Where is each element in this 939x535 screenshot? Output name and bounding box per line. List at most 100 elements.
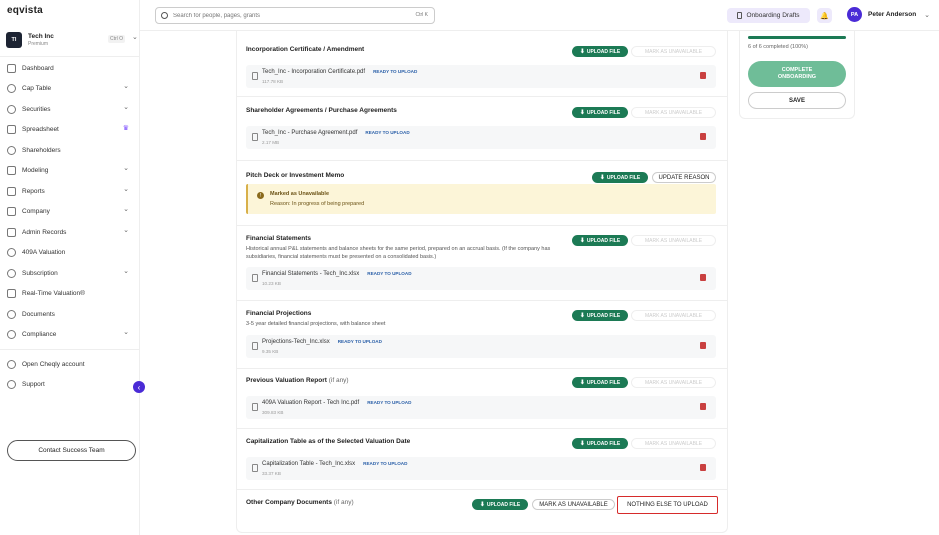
ready-status: READY TO UPLOAD: [367, 400, 412, 405]
file-name: Capitalization Table - Tech_Inc.xlsx: [262, 461, 356, 467]
sidebar-item-securities[interactable]: Securities ⌄: [7, 102, 131, 116]
file-item: Capitalization Table - Tech_Inc.xlsx READ…: [246, 457, 716, 480]
mark-as-unavailable-button[interactable]: MARK AS UNAVAILABLE: [631, 377, 716, 388]
app-logo[interactable]: eqvista: [7, 5, 43, 16]
sidebar-item-real-time-valuation[interactable]: Real-Time Valuation®: [7, 286, 131, 300]
file-item: Tech_Inc - Incorporation Certificate.pdf…: [246, 65, 716, 88]
search-bar[interactable]: Ctrl K: [155, 7, 435, 24]
update-reason-button[interactable]: UPDATE REASON: [652, 172, 716, 183]
trash-icon[interactable]: [700, 464, 706, 471]
chevron-down-icon: ⌄: [123, 268, 129, 275]
trash-icon[interactable]: [700, 274, 706, 281]
mark-as-unavailable-button[interactable]: MARK AS UNAVAILABLE: [631, 46, 716, 57]
trash-icon[interactable]: [700, 72, 706, 79]
file-item: 409A Valuation Report - Tech Inc.pdf READ…: [246, 396, 716, 419]
sidebar-item-support[interactable]: Support: [7, 377, 131, 391]
divider: [236, 300, 728, 301]
download-icon: ⬇: [579, 110, 585, 116]
sidebar-item-reports[interactable]: Reports ⌄: [7, 184, 131, 198]
sidebar-item-admin-records[interactable]: Admin Records ⌄: [7, 225, 131, 239]
save-button[interactable]: SAVE: [748, 92, 846, 109]
cheqly-icon: [7, 359, 16, 369]
upload-file-button[interactable]: ⬇ UPLOAD FILE: [572, 107, 628, 118]
progress-bar: [748, 36, 846, 39]
chevron-down-icon: ⌄: [132, 34, 138, 41]
mark-as-unavailable-button[interactable]: MARK AS UNAVAILABLE: [532, 499, 615, 510]
grid-icon: [7, 124, 16, 134]
mark-as-unavailable-button[interactable]: MARK AS UNAVAILABLE: [631, 235, 716, 246]
file-size: 117.78 KB: [262, 79, 284, 84]
sidebar-item-company[interactable]: Company ⌄: [7, 204, 131, 218]
modeling-icon: [7, 165, 16, 175]
sidebar-item-label: Open Cheqly account: [22, 360, 85, 368]
document-icon: [737, 12, 743, 19]
ready-status: READY TO UPLOAD: [367, 271, 412, 276]
upload-file-button[interactable]: ⬇ UPLOAD FILE: [592, 172, 648, 183]
subscription-icon: [7, 268, 16, 278]
file-name: Tech_Inc - Incorporation Certificate.pdf: [262, 69, 366, 75]
securities-icon: [7, 104, 16, 114]
user-menu[interactable]: PA Peter Anderson ⌄: [847, 7, 930, 22]
divider: [236, 160, 728, 161]
sidebar-item-cap-table[interactable]: Cap Table ⌄: [7, 81, 131, 95]
divider: [236, 368, 728, 369]
onboarding-drafts-button[interactable]: Onboarding Drafts: [727, 8, 810, 23]
upload-file-button[interactable]: ⬇ UPLOAD FILE: [572, 46, 628, 57]
nothing-else-to-upload-button[interactable]: NOTHING ELSE TO UPLOAD: [617, 496, 718, 514]
notifications-bell-icon[interactable]: 🔔: [817, 8, 832, 23]
dashboard-icon: [7, 63, 16, 73]
search-input[interactable]: [173, 12, 393, 19]
trash-icon[interactable]: [700, 133, 706, 140]
upload-file-button[interactable]: ⬇ UPLOAD FILE: [572, 377, 628, 388]
file-name: Financial Statements - Tech_Inc.xlsx: [262, 271, 360, 277]
company-shortcut: Ctrl O: [108, 35, 126, 43]
trash-icon[interactable]: [700, 342, 706, 349]
mark-as-unavailable-button[interactable]: MARK AS UNAVAILABLE: [631, 310, 716, 321]
upload-file-button[interactable]: ⬇ UPLOAD FILE: [572, 310, 628, 321]
sidebar-item-label: Support: [22, 380, 45, 388]
sidebar-item-compliance[interactable]: Compliance ⌄: [7, 327, 131, 341]
optional-label: (if any): [328, 377, 349, 384]
sidebar-item-label: Securities: [22, 105, 51, 113]
sidebar-item-subscription[interactable]: Subscription ⌄: [7, 266, 131, 280]
chevron-down-icon: ⌄: [123, 165, 129, 172]
sidebar-item-modeling[interactable]: Modeling ⌄: [7, 163, 131, 177]
pie-chart-icon: [7, 83, 16, 93]
upload-file-button[interactable]: ⬇ UPLOAD FILE: [472, 499, 528, 510]
sidebar-item-shareholders[interactable]: Shareholders: [7, 143, 131, 157]
divider: [236, 489, 728, 490]
section-title: Financial Statements: [246, 235, 312, 242]
section-description: Historical annual P&L statements and bal…: [246, 246, 551, 260]
users-icon: [7, 145, 16, 155]
download-icon: ⬇: [579, 380, 585, 386]
search-shortcut: Ctrl K: [415, 12, 429, 18]
sidebar-item-cheqly[interactable]: Open Cheqly account: [7, 357, 131, 371]
unavailable-notice: ! Marked as Unavailable Reason: In progr…: [246, 184, 716, 214]
file-icon: [252, 133, 258, 141]
sidebar-item-spreadsheet[interactable]: Spreadsheet ♛: [7, 122, 131, 136]
sidebar-item-dashboard[interactable]: Dashboard: [7, 61, 131, 75]
ready-status: READY TO UPLOAD: [365, 130, 410, 135]
divider: [236, 428, 728, 429]
trash-icon[interactable]: [700, 403, 706, 410]
reports-icon: [7, 186, 16, 196]
sidebar-item-documents[interactable]: Documents: [7, 307, 131, 321]
file-name: Tech_Inc - Purchase Agreement.pdf: [262, 130, 358, 136]
file-icon: [252, 274, 258, 282]
sidebar-item-label: 409A Valuation: [22, 248, 66, 256]
upload-file-button[interactable]: ⬇ UPLOAD FILE: [572, 235, 628, 246]
mark-as-unavailable-button[interactable]: MARK AS UNAVAILABLE: [631, 107, 716, 118]
upload-file-button[interactable]: ⬇ UPLOAD FILE: [572, 438, 628, 449]
chevron-down-icon: ⌄: [924, 11, 931, 19]
contact-success-team-button[interactable]: Contact Success Team: [7, 440, 136, 461]
divider: [236, 96, 728, 97]
user-name: Peter Anderson: [868, 11, 917, 18]
sidebar-item-label: Compliance: [22, 330, 57, 338]
company-name: Tech Inc: [28, 32, 54, 40]
collapse-sidebar-icon[interactable]: ‹: [133, 381, 145, 393]
sidebar-item-label: Real-Time Valuation®: [22, 289, 85, 297]
company-switcher[interactable]: TI Tech Inc Premium Ctrl O ⌄: [6, 30, 138, 49]
sidebar-item-409a-valuation[interactable]: 409A Valuation: [7, 245, 131, 259]
complete-onboarding-button[interactable]: COMPLETE ONBOARDING: [748, 61, 846, 87]
mark-as-unavailable-button[interactable]: MARK AS UNAVAILABLE: [631, 438, 716, 449]
